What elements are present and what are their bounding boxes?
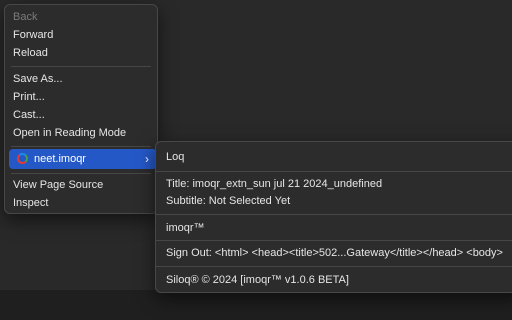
page-footer-band [0, 290, 512, 320]
menu-item-extension-label: neet.imoqr [34, 153, 86, 165]
menu-item-cast[interactable]: Cast... [13, 106, 153, 124]
context-menu: Back Forward Reload Save As... Print... … [4, 4, 158, 214]
menu-item-forward[interactable]: Forward [13, 26, 153, 44]
screen: Back Forward Reload Save As... Print... … [0, 0, 512, 320]
menu-separator [11, 146, 151, 147]
submenu-item-title[interactable]: Title: imoqr_extn_sun jul 21 2024_undefi… [166, 175, 382, 193]
menu-separator [11, 173, 151, 174]
submenu-item-loq[interactable]: Loq [166, 148, 184, 166]
menu-item-back: Back [13, 11, 38, 23]
menu-separator [11, 66, 151, 67]
menu-item-reading-mode[interactable]: Open in Reading Mode [13, 124, 153, 142]
extension-logo-icon [17, 153, 28, 164]
menu-item-save-as[interactable]: Save As... [13, 70, 153, 88]
menu-item-view-source[interactable]: View Page Source [13, 176, 153, 194]
submenu-separator [156, 240, 512, 241]
submenu-separator [156, 214, 512, 215]
menu-item-reload[interactable]: Reload [13, 44, 153, 62]
submenu-item-version: Siloq® © 2024 [imoqr™ v1.0.6 BETA] [166, 274, 349, 286]
menu-item-inspect[interactable]: Inspect [13, 194, 153, 212]
submenu-separator [156, 171, 512, 172]
submenu-separator [156, 266, 512, 267]
menu-item-print[interactable]: Print... [13, 88, 153, 106]
menu-item-extension[interactable]: neet.imoqr › [9, 149, 157, 169]
submenu-item-sign-out[interactable]: Sign Out: <html> <head><title>502...Gate… [166, 244, 503, 262]
submenu-item-imoqr[interactable]: imoqr™ [166, 219, 205, 237]
submenu-item-subtitle[interactable]: Subtitle: Not Selected Yet [166, 192, 290, 210]
chevron-right-icon: › [145, 152, 149, 166]
extension-submenu: Loq Title: imoqr_extn_sun jul 21 2024_un… [155, 141, 512, 293]
